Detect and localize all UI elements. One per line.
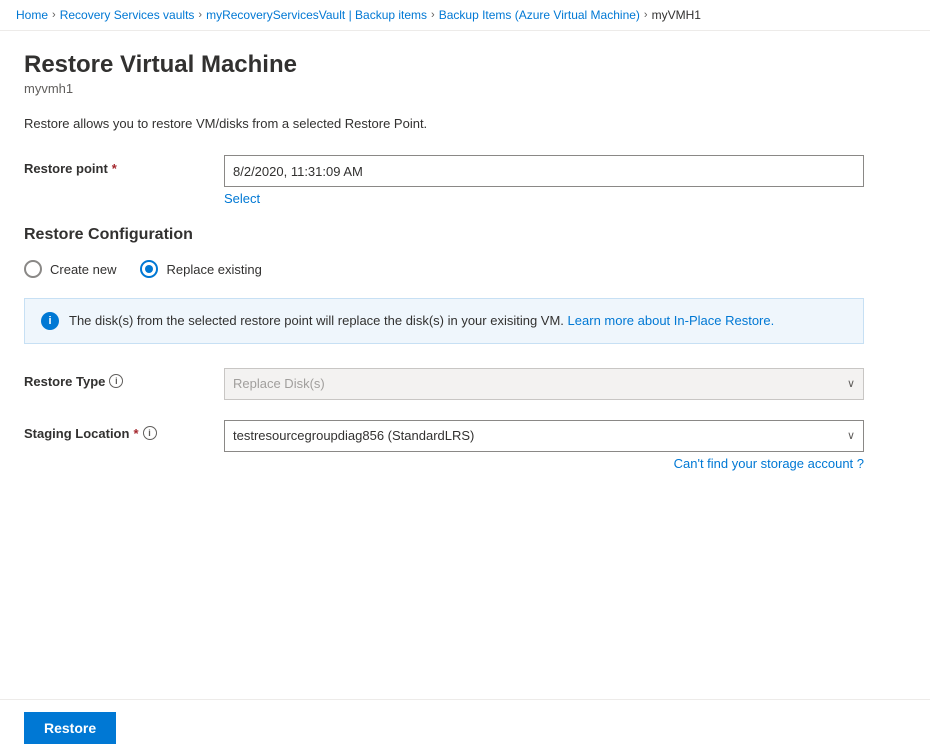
breadcrumb-vault-backup[interactable]: myRecoveryServicesVault | Backup items: [206, 8, 427, 22]
info-banner-text: The disk(s) from the selected restore po…: [69, 311, 774, 331]
learn-more-link[interactable]: Learn more about In-Place Restore.: [568, 313, 775, 328]
staging-location-required: *: [133, 426, 138, 441]
info-banner-icon: i: [41, 312, 59, 330]
restore-type-row: Restore Type i Replace Disk(s) ∨: [24, 368, 864, 400]
staging-location-field: testresourcegroupdiag856 (StandardLRS) ∨…: [224, 420, 864, 471]
staging-location-row: Staging Location * i testresourcegroupdi…: [24, 420, 864, 471]
breadcrumb-sep-1: ›: [52, 9, 56, 21]
restore-point-row: Restore point * Select: [24, 155, 864, 206]
restore-type-info-icon[interactable]: i: [109, 374, 123, 388]
restore-mode-radio-group: Create new Replace existing: [24, 260, 864, 278]
restore-point-field: Select: [224, 155, 864, 206]
select-link[interactable]: Select: [224, 191, 260, 206]
radio-create-new-label: Create new: [50, 262, 116, 277]
page-subtitle: myvmh1: [24, 81, 906, 96]
cant-find-storage-link[interactable]: Can't find your storage account ?: [224, 456, 864, 471]
restore-button[interactable]: Restore: [24, 712, 116, 744]
staging-location-dropdown[interactable]: testresourcegroupdiag856 (StandardLRS) ∨: [224, 420, 864, 452]
radio-replace-existing[interactable]: Replace existing: [140, 260, 261, 278]
restore-point-input[interactable]: [224, 155, 864, 187]
restore-config-title: Restore Configuration: [24, 226, 864, 244]
restore-form: Restore point * Select Restore Configura…: [24, 155, 864, 471]
radio-replace-existing-dot: [145, 265, 153, 273]
breadcrumb-recovery-vaults[interactable]: Recovery Services vaults: [60, 8, 195, 22]
breadcrumb: Home › Recovery Services vaults › myReco…: [0, 0, 930, 31]
breadcrumb-sep-2: ›: [198, 9, 202, 21]
radio-replace-existing-circle: [140, 260, 158, 278]
restore-type-label: Restore Type i: [24, 368, 224, 389]
footer-bar: Restore: [0, 699, 930, 756]
radio-create-new[interactable]: Create new: [24, 260, 116, 278]
breadcrumb-backup-items-avm[interactable]: Backup Items (Azure Virtual Machine): [439, 8, 640, 22]
staging-location-label: Staging Location * i: [24, 420, 224, 441]
breadcrumb-sep-4: ›: [644, 9, 648, 21]
breadcrumb-home[interactable]: Home: [16, 8, 48, 22]
page-title: Restore Virtual Machine: [24, 51, 906, 79]
restore-type-field: Replace Disk(s) ∨: [224, 368, 864, 400]
radio-replace-existing-label: Replace existing: [166, 262, 261, 277]
restore-point-required: *: [112, 161, 117, 176]
breadcrumb-current: myVMH1: [652, 8, 701, 22]
restore-type-dropdown: Replace Disk(s) ∨: [224, 368, 864, 400]
radio-create-new-circle: [24, 260, 42, 278]
staging-location-info-icon[interactable]: i: [143, 426, 157, 440]
info-banner: i The disk(s) from the selected restore …: [24, 298, 864, 344]
staging-location-chevron: ∨: [847, 429, 855, 442]
breadcrumb-sep-3: ›: [431, 9, 435, 21]
restore-type-chevron: ∨: [847, 377, 855, 390]
page-description: Restore allows you to restore VM/disks f…: [24, 116, 906, 131]
restore-point-label: Restore point *: [24, 155, 224, 176]
